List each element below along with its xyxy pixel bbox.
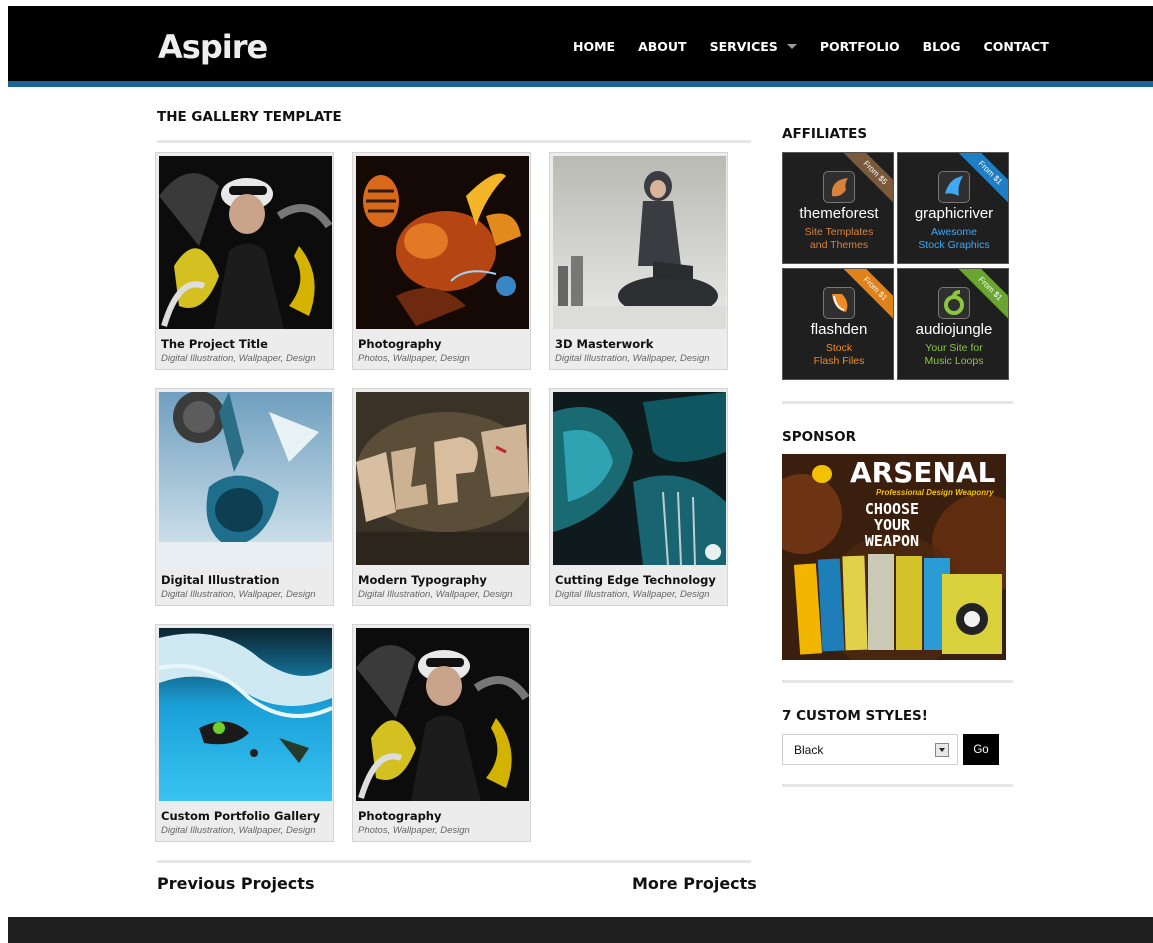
divider: [157, 140, 751, 143]
card-title: The Project Title: [161, 337, 268, 351]
sponsor-tagline: Professional Design Weaponry: [876, 488, 994, 497]
card-tags: Digital Illustration, Wallpaper, Design: [161, 825, 316, 836]
card-title: Cutting Edge Technology: [555, 573, 716, 587]
site-footer: [8, 917, 1153, 943]
go-button[interactable]: Go: [963, 734, 999, 765]
gallery-card[interactable]: Photography Photos, Wallpaper, Design: [352, 152, 531, 370]
affiliate-name: themeforest: [799, 205, 879, 222]
gallery-image: [356, 392, 529, 565]
caret-down-icon: [786, 44, 797, 49]
chevron-down-icon[interactable]: [935, 743, 949, 757]
main-nav: HOME ABOUT SERVICES PORTFOLIO BLOG CONTA…: [573, 39, 1072, 54]
gallery-card[interactable]: Photography Photos, Wallpaper, Design: [352, 624, 531, 842]
gallery-image: [553, 392, 726, 565]
gallery-image: [356, 628, 529, 801]
affiliate-tagline: and Themes: [809, 239, 869, 251]
card-tags: Digital Illustration, Wallpaper, Design: [358, 589, 513, 600]
affiliate-tagline: Stock: [825, 342, 853, 354]
card-tags: Photos, Wallpaper, Design: [358, 353, 470, 364]
divider: [782, 401, 1013, 404]
nav-blog[interactable]: BLOG: [923, 39, 961, 54]
card-title: Custom Portfolio Gallery: [161, 809, 321, 823]
affiliate-flashden[interactable]: From $1 flashden Stock Flash Files: [782, 268, 894, 380]
gallery-image: [159, 156, 332, 329]
card-title: Photography: [358, 337, 442, 351]
nav-services-label: SERVICES: [709, 39, 778, 54]
affiliate-tagline: Flash Files: [813, 355, 865, 367]
header-accent-bar: [8, 81, 1153, 87]
sponsor-cta: WEAPON: [864, 532, 920, 550]
affiliate-name: flashden: [810, 321, 868, 338]
flash-icon: [823, 287, 855, 319]
affiliate-name: audiojungle: [915, 321, 993, 338]
nav-contact[interactable]: CONTACT: [984, 39, 1049, 54]
gallery-image: [159, 628, 332, 801]
gallery-card[interactable]: Modern Typography Digital Illustration, …: [352, 388, 531, 606]
style-select-value: Black: [794, 743, 824, 757]
gallery-image: [159, 392, 332, 565]
sponsor-cta: CHOOSE: [864, 500, 920, 518]
site-header: Aspire HOME ABOUT SERVICES PORTFOLIO BLO…: [8, 6, 1153, 81]
affiliate-themeforest[interactable]: From $5 themeforest Site Templates and T…: [782, 152, 894, 264]
card-tags: Digital Illustration, Wallpaper, Design: [161, 589, 316, 600]
nav-portfolio[interactable]: PORTFOLIO: [820, 39, 900, 54]
style-select[interactable]: Black: [782, 734, 958, 765]
custom-styles-title: 7 CUSTOM STYLES!: [782, 708, 928, 724]
card-tags: Photos, Wallpaper, Design: [358, 825, 470, 836]
gallery-card[interactable]: Custom Portfolio Gallery Digital Illustr…: [155, 624, 334, 842]
sponsor-cta: YOUR: [873, 516, 911, 534]
gallery-image: [356, 156, 529, 329]
sponsor-banner[interactable]: ARSENAL Professional Design Weaponry CHO…: [782, 454, 1006, 660]
affiliate-graphicriver[interactable]: From $1 graphicriver Awesome Stock Graph…: [897, 152, 1009, 264]
fish-icon: [938, 171, 970, 203]
gallery-image: [553, 156, 726, 329]
divider: [782, 680, 1013, 683]
affiliate-tagline: Stock Graphics: [918, 239, 990, 251]
sponsor-brand: ARSENAL: [850, 456, 996, 489]
gallery-title: THE GALLERY TEMPLATE: [157, 109, 342, 125]
divider: [157, 860, 751, 863]
gallery-card[interactable]: 3D Masterwork Digital Illustration, Wall…: [549, 152, 728, 370]
affiliate-name: graphicriver: [914, 205, 994, 222]
jungle-icon: [938, 287, 970, 319]
nav-about[interactable]: ABOUT: [638, 39, 687, 54]
site-logo[interactable]: Aspire: [158, 28, 268, 66]
card-title: Modern Typography: [358, 573, 487, 587]
card-tags: Digital Illustration, Wallpaper, Design: [555, 353, 710, 364]
affiliate-tagline: Site Templates: [804, 226, 874, 238]
sponsor-title: SPONSOR: [782, 429, 856, 445]
card-title: Photography: [358, 809, 442, 823]
card-title: Digital Illustration: [161, 573, 280, 587]
card-title: 3D Masterwork: [555, 337, 654, 351]
card-tags: Digital Illustration, Wallpaper, Design: [161, 353, 316, 364]
gallery-card[interactable]: Digital Illustration Digital Illustratio…: [155, 388, 334, 606]
gallery-card[interactable]: Cutting Edge Technology Digital Illustra…: [549, 388, 728, 606]
more-projects-link[interactable]: More Projects: [632, 874, 757, 893]
affiliate-tagline: Awesome: [931, 226, 977, 238]
previous-projects-link[interactable]: Previous Projects: [157, 874, 314, 893]
nav-services[interactable]: SERVICES: [710, 39, 797, 54]
affiliates-title: AFFILIATES: [782, 126, 868, 142]
leaf-icon: [823, 171, 855, 203]
affiliate-tagline: Music Loops: [924, 355, 984, 367]
divider: [782, 784, 1013, 787]
affiliate-audiojungle[interactable]: From $1 audiojungle Your Site for Music …: [897, 268, 1009, 380]
nav-home[interactable]: HOME: [573, 39, 615, 54]
card-tags: Digital Illustration, Wallpaper, Design: [555, 589, 710, 600]
affiliate-tagline: Your Site for: [925, 342, 983, 354]
gallery-card[interactable]: The Project Title Digital Illustration, …: [155, 152, 334, 370]
